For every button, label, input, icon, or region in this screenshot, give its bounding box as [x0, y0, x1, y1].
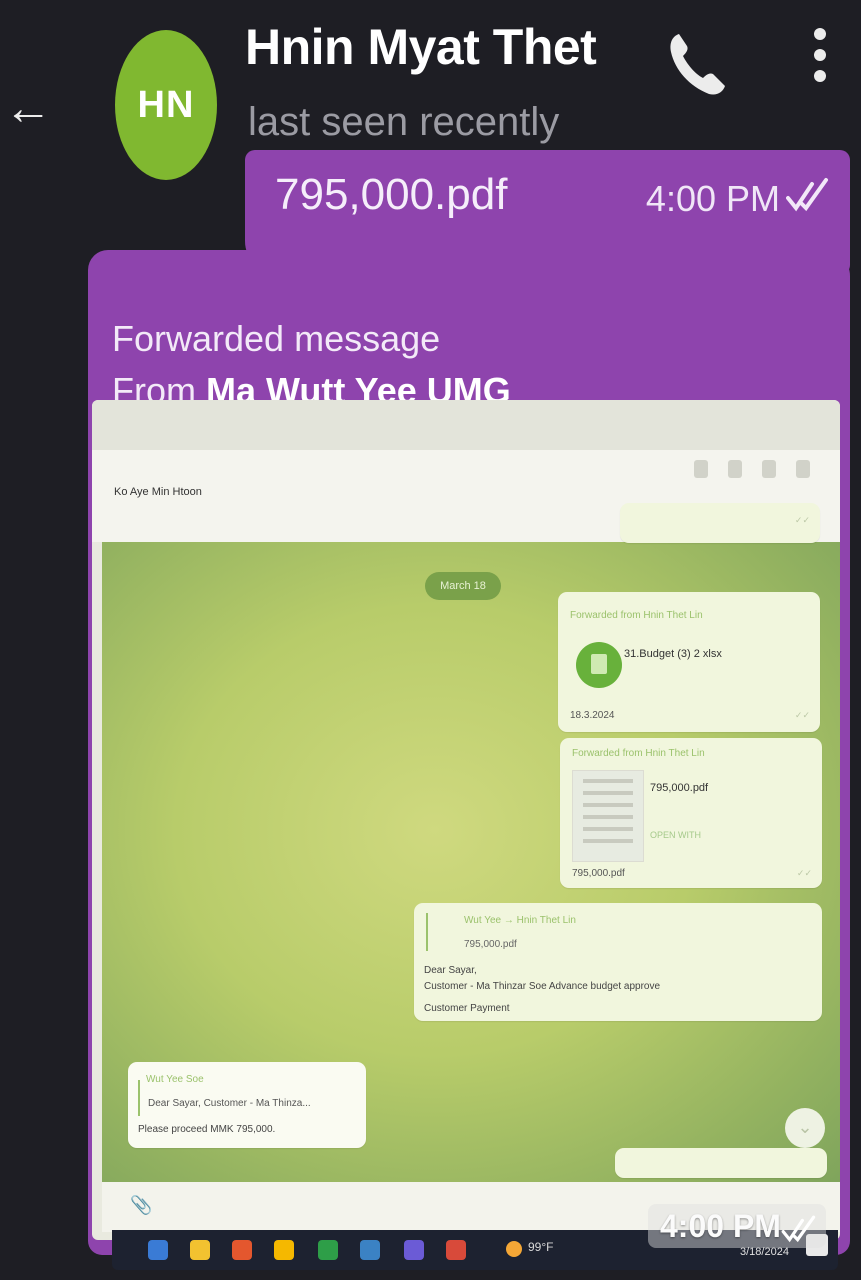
photo-date-chip: March 18 — [425, 572, 501, 600]
photo-message-body: Please proceed MMK 795,000. — [138, 1124, 276, 1135]
photo-message-snippet: ✓✓ — [620, 503, 820, 543]
photo-reply-message: Wut Yee → Hnin Thet Lin 795,000.pdf Dear… — [414, 903, 822, 1021]
forwarded-time-overlay: 4:00 PM — [648, 1204, 826, 1248]
phone-icon[interactable] — [665, 30, 727, 98]
photo-taskbar-app-icon — [274, 1240, 294, 1260]
photo-forward-head: Forwarded from Hnin Thet Lin — [570, 610, 703, 621]
file-name: 795,000.pdf — [275, 170, 508, 219]
message-time: 4:00 PM — [660, 1208, 781, 1244]
back-arrow-icon[interactable]: ← — [4, 84, 52, 134]
photo-file-icon — [576, 642, 622, 688]
more-options-icon[interactable] — [805, 24, 835, 88]
photo-weather-text: 99°F — [528, 1240, 554, 1254]
photo-check-icon: ✓✓ — [794, 710, 810, 720]
photo-taskbar-app-icon — [190, 1240, 210, 1260]
photo-search-icon — [694, 460, 708, 478]
photo-check-icon: ✓✓ — [794, 515, 810, 525]
chat-screen: ← HN Hnin Myat Thet last seen recently 7… — [0, 0, 861, 1280]
photo-reply-head: Wut Yee → Hnin Thet Lin — [464, 915, 576, 926]
photo-reply-bar — [426, 913, 428, 951]
photo-sidebar-icon — [762, 460, 776, 478]
photo-reply-sub: 795,000.pdf — [464, 939, 517, 950]
photo-taskbar-app-icon — [360, 1240, 380, 1260]
photo-taskbar-app-icon — [232, 1240, 252, 1260]
double-check-icon — [780, 1214, 820, 1246]
photo-phone-icon — [728, 460, 742, 478]
photo-check-icon: ✓✓ — [796, 868, 812, 878]
photo-attach-icon: 📎 — [130, 1195, 153, 1215]
forwarded-label: Forwarded message — [112, 318, 441, 359]
photo-taskbar-app-icon — [404, 1240, 424, 1260]
photo-pdf-thumbnail — [572, 770, 644, 862]
message-time: 4:00 PM — [645, 178, 780, 219]
photo-reply-sub: Dear Sayar, Customer - Ma Thinza... — [148, 1098, 311, 1109]
photo-pdf-message: Forwarded from Hnin Thet Lin 795,000.pdf… — [560, 738, 822, 888]
photo-scroll-down-icon: ⌄ — [785, 1108, 825, 1148]
photo-taskbar-app-icon — [318, 1240, 338, 1260]
photo-header-icons — [694, 460, 810, 478]
contact-status: last seen recently — [248, 100, 560, 144]
photo-file-caption: 795,000.pdf — [572, 868, 625, 879]
photo-reply-line: Customer Payment — [424, 1003, 510, 1014]
photo-incoming-message: Wut Yee Soe Dear Sayar, Customer - Ma Th… — [128, 1062, 366, 1148]
photo-reply-head: Wut Yee Soe — [146, 1074, 204, 1085]
photo-file-name: 31.Budget (3) 2 xlsx — [624, 648, 722, 660]
photo-window-bar — [92, 400, 840, 450]
double-check-icon — [786, 176, 832, 216]
photo-file-caption: 18.3.2024 — [570, 710, 615, 721]
contact-name[interactable]: Hnin Myat Thet — [245, 18, 597, 76]
photo-forward-head: Forwarded from Hnin Thet Lin — [572, 748, 705, 759]
photo-more-icon — [796, 460, 810, 478]
photo-taskbar-app-icon — [148, 1240, 168, 1260]
photo-open-with: OPEN WITH — [650, 830, 701, 840]
photo-contact-name: Ko Aye Min Htoon — [114, 486, 202, 498]
photo-file-name: 795,000.pdf — [650, 782, 709, 794]
photo-reply-line: Dear Sayar, — [424, 965, 477, 976]
photo-taskbar-app-icon — [446, 1240, 466, 1260]
photo-reply-bar — [138, 1080, 140, 1116]
photo-reply-line: Customer - Ma Thinzar Soe Advance budget… — [424, 981, 661, 992]
photo-message-snippet — [615, 1148, 827, 1178]
photo-weather-icon — [506, 1241, 522, 1257]
avatar[interactable]: HN — [115, 30, 217, 180]
photo-file-message: Forwarded from Hnin Thet Lin 31.Budget (… — [558, 592, 820, 732]
